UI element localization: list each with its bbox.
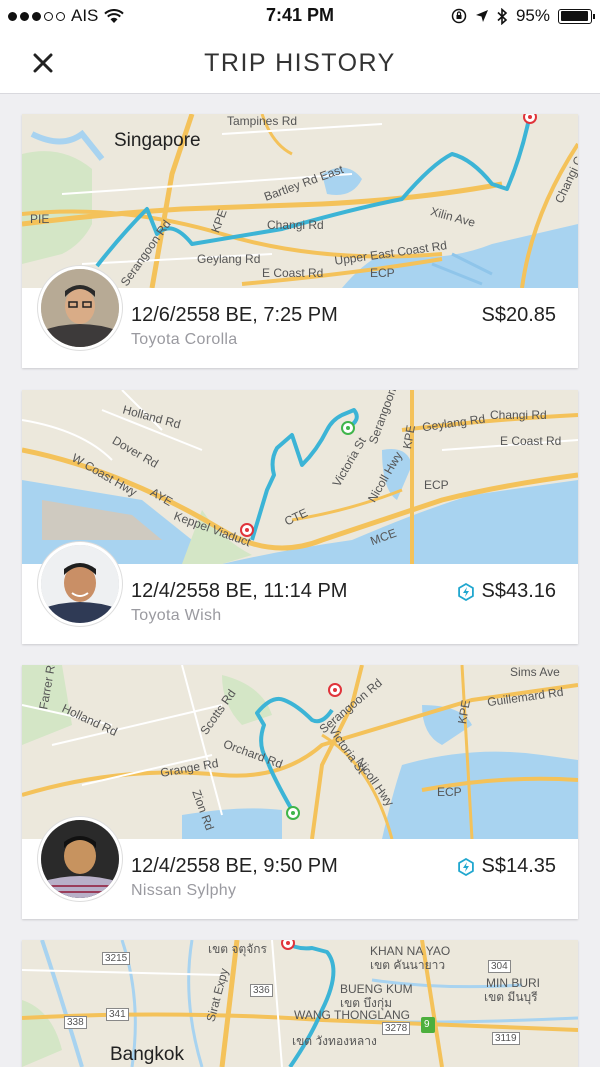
trip-card[interactable]: เขต จตุจักร 3215 Sirat Expy 336 341 338 … <box>22 940 578 1067</box>
trip-map: Singapore Tampines Rd Bartley Rd East PI… <box>22 114 578 288</box>
trip-fare: S$43.16 <box>457 580 556 603</box>
driver-avatar <box>38 817 122 901</box>
trip-map: Farrer Rd Holland Rd Scotts Rd Orchard R… <box>22 665 578 839</box>
map-label: เขต จตุจักร <box>208 942 267 956</box>
driver-avatar <box>38 266 122 350</box>
map-label: 304 <box>488 960 511 973</box>
status-icons: 95% <box>451 6 595 26</box>
map-label: WANG THONGLANG <box>294 1008 411 1022</box>
fare-amount: S$20.85 <box>481 304 556 326</box>
map-label: Changi Rd <box>267 218 324 232</box>
bluetooth-icon <box>497 7 508 25</box>
map-label: ECP <box>370 266 395 280</box>
battery-percent: 95% <box>515 6 550 25</box>
trip-fare: S$20.85 <box>481 304 556 327</box>
trip-map: Holland Rd Dover Rd W Coast Hwy AYE Kepp… <box>22 390 578 564</box>
surge-icon <box>458 857 475 876</box>
map-label: PIE <box>30 212 50 226</box>
fare-amount: S$14.35 <box>481 855 556 877</box>
map-label: 3119 <box>492 1032 520 1045</box>
trip-datetime: 12/4/2558 BE, 11:14 PM <box>131 580 348 602</box>
map-label: เขต มีนบุรี <box>484 990 538 1004</box>
map-label: Tampines Rd <box>227 114 298 128</box>
map-label: E Coast Rd <box>500 434 562 448</box>
map-label: เขต วังทองหลาง <box>292 1034 377 1048</box>
location-icon <box>475 10 488 22</box>
map-label: 338 <box>64 1016 87 1029</box>
trip-car: Nissan Sylphy <box>131 882 237 899</box>
map-label: 336 <box>250 984 273 997</box>
map-label: Sims Ave <box>510 665 560 679</box>
nav-bar: TRIP HISTORY <box>0 32 600 94</box>
trip-card[interactable]: Singapore Tampines Rd Bartley Rd East PI… <box>22 114 578 368</box>
map-label: Bangkok <box>110 1044 184 1065</box>
status-bar: AIS 7:41 PM 95% <box>0 0 600 32</box>
map-label: 9 <box>424 1019 430 1030</box>
trip-datetime: 12/4/2558 BE, 9:50 PM <box>131 855 338 877</box>
map-label: Singapore <box>114 130 201 151</box>
map-label: E Coast Rd <box>262 266 324 280</box>
map-label: Geylang Rd <box>197 252 261 266</box>
page-title: TRIP HISTORY <box>204 49 396 77</box>
trip-card[interactable]: Farrer Rd Holland Rd Scotts Rd Orchard R… <box>22 665 578 919</box>
trip-card[interactable]: Holland Rd Dover Rd W Coast Hwy AYE Kepp… <box>22 390 578 644</box>
map-label: 3215 <box>102 952 131 965</box>
driver-avatar <box>38 542 122 626</box>
map-label: ECP <box>437 785 462 799</box>
map-label: เขต คันนายาว <box>370 958 446 972</box>
orientation-lock-icon <box>451 8 467 24</box>
map-label: ECP <box>424 478 449 492</box>
trip-fare: S$14.35 <box>457 855 556 878</box>
surge-icon <box>458 582 475 601</box>
fare-amount: S$43.16 <box>481 580 556 602</box>
trip-car: Toyota Wish <box>131 607 222 624</box>
trip-car: Toyota Corolla <box>131 331 238 348</box>
map-label: Changi Rd <box>490 408 547 422</box>
trip-map: เขต จตุจักร 3215 Sirat Expy 336 341 338 … <box>22 940 578 1067</box>
battery-icon <box>558 8 595 24</box>
map-label: 341 <box>106 1008 129 1021</box>
trip-datetime: 12/6/2558 BE, 7:25 PM <box>131 304 338 326</box>
map-label: 3278 <box>382 1022 411 1035</box>
